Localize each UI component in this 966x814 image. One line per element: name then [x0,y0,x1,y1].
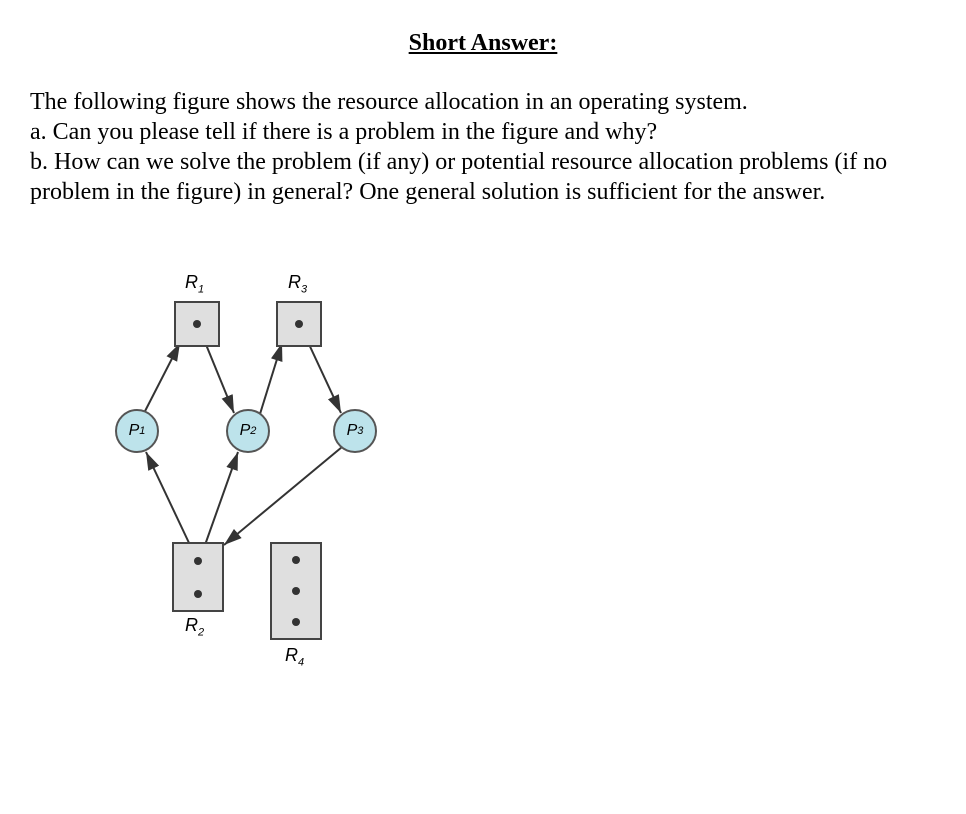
resource-R1-label: R1 [185,272,204,296]
process-P2: P2 [226,409,270,453]
process-P3: P3 [333,409,377,453]
instance-dot [194,557,202,565]
instance-dot [194,590,202,598]
resource-R4 [270,542,322,640]
question-block: The following figure shows the resource … [30,87,936,207]
process-P1: P1 [115,409,159,453]
instance-dot [292,618,300,626]
resource-allocation-graph: R1 R3 P1 P2 P3 R2 R4 [90,267,440,697]
resource-R4-label: R4 [285,645,304,669]
instance-dot [193,320,201,328]
instance-dot [292,587,300,595]
resource-R2-label: R2 [185,615,204,639]
resource-R1 [174,301,220,347]
section-title: Short Answer: [30,30,936,57]
question-part-a: a. Can you please tell if there is a pro… [30,117,936,147]
resource-R2 [172,542,224,612]
instance-dot [295,320,303,328]
graph-edges [90,267,440,697]
resource-R3-label: R3 [288,272,307,296]
instance-dot [292,556,300,564]
resource-R3 [276,301,322,347]
question-intro: The following figure shows the resource … [30,87,936,117]
question-part-b: b. How can we solve the problem (if any)… [30,147,936,207]
